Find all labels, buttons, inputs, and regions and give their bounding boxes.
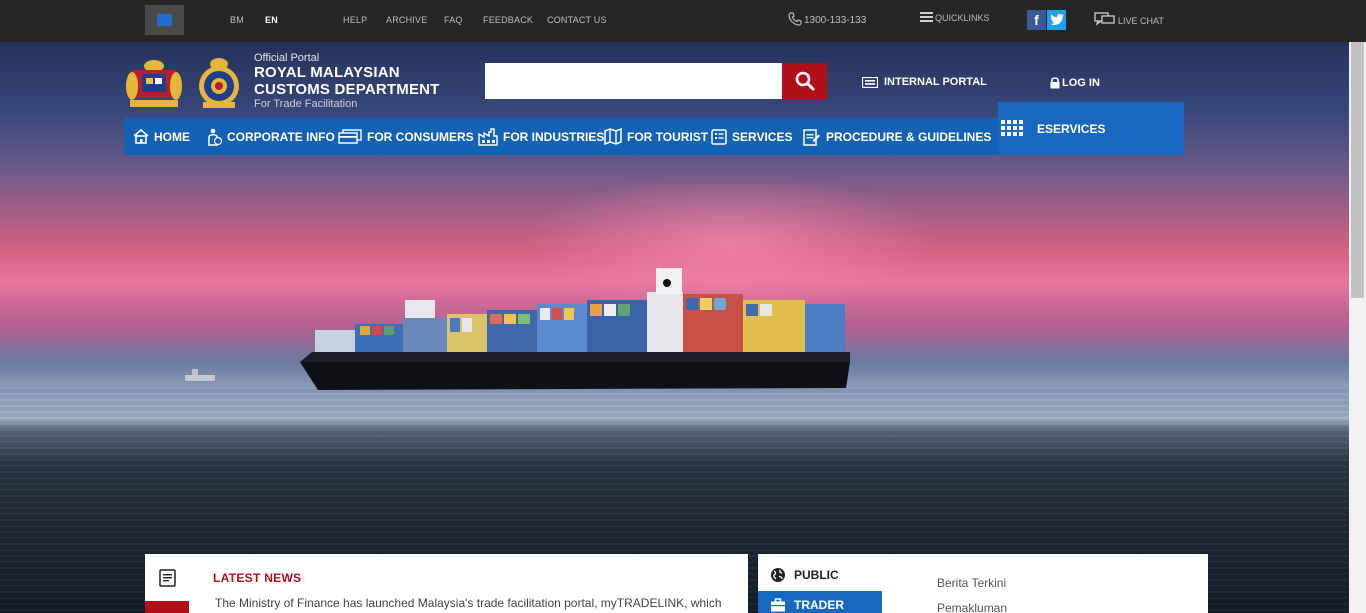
list-icon bbox=[920, 12, 933, 22]
faq-link[interactable]: FAQ bbox=[444, 15, 463, 25]
chat-icon bbox=[1094, 12, 1115, 26]
nav-for-tourist-label: FOR TOURIST bbox=[627, 129, 709, 144]
map-icon bbox=[604, 128, 622, 145]
search-input[interactable] bbox=[485, 63, 782, 99]
nav-home-label: HOME bbox=[154, 129, 190, 144]
nav-home[interactable]: HOME bbox=[133, 118, 190, 155]
official-portal-label: Official Portal bbox=[254, 52, 320, 64]
archive-link[interactable]: ARCHIVE bbox=[386, 15, 427, 25]
briefcase-icon bbox=[771, 598, 785, 612]
card-icon bbox=[338, 129, 362, 144]
top-bar: BM EN HELP ARCHIVE FAQ FEEDBACK CONTACT … bbox=[0, 0, 1366, 42]
facebook-letter: f bbox=[1034, 12, 1039, 28]
flag-icon bbox=[157, 14, 172, 26]
site-title-block: Official Portal ROYAL MALAYSIAN CUSTOMS … bbox=[254, 52, 440, 110]
nav-for-industries[interactable]: FOR INDUSTRIES bbox=[478, 118, 604, 155]
search-icon bbox=[795, 71, 814, 91]
person-info-icon bbox=[208, 128, 222, 146]
help-link[interactable]: HELP bbox=[343, 15, 367, 25]
phone-link[interactable]: 1300-133-133 bbox=[788, 12, 866, 26]
news-prev-button[interactable] bbox=[145, 601, 189, 613]
search-button[interactable] bbox=[782, 63, 827, 99]
phone-icon bbox=[788, 12, 802, 26]
news-item-text[interactable]: The Ministry of Finance has launched Mal… bbox=[215, 596, 722, 610]
site-title-line1: ROYAL MALAYSIAN bbox=[254, 64, 400, 81]
site-logo[interactable]: Official Portal ROYAL MALAYSIAN CUSTOMS … bbox=[124, 52, 444, 114]
main-navigation: HOME CORPORATE INFO FOR CONSUMERS FOR IN… bbox=[124, 118, 998, 155]
latest-news-title: LATEST NEWS bbox=[213, 571, 302, 585]
home-icon bbox=[133, 129, 149, 144]
latest-news-panel: LATEST NEWS The Ministry of Finance has … bbox=[145, 554, 748, 613]
language-en-link[interactable]: EN bbox=[265, 15, 278, 25]
login-label: LOG IN bbox=[1062, 76, 1100, 89]
factory-icon bbox=[478, 127, 498, 146]
live-chat-label: LIVE CHAT bbox=[1118, 16, 1164, 26]
scrollbar-thumb[interactable] bbox=[1351, 42, 1364, 298]
audience-panel: PUBLIC TRADER Berita Terkini Pemakluman bbox=[758, 554, 1208, 613]
nav-for-tourist[interactable]: FOR TOURIST bbox=[604, 118, 708, 155]
language-flag-button[interactable] bbox=[145, 5, 184, 35]
tab-trader[interactable]: TRADER bbox=[758, 591, 882, 613]
nav-services-label: SERVICES bbox=[732, 129, 793, 144]
quicklinks-label: QUICKLINKS bbox=[935, 13, 990, 23]
nav-for-consumers[interactable]: FOR CONSUMERS bbox=[338, 118, 474, 155]
nav-for-consumers-label: FOR CONSUMERS bbox=[367, 129, 474, 144]
keyboard-icon bbox=[862, 76, 878, 88]
contact-us-link[interactable]: CONTACT US bbox=[547, 15, 607, 25]
pemakluman-link[interactable]: Pemakluman bbox=[937, 601, 1007, 613]
nav-corporate-info[interactable]: CORPORATE INFO bbox=[207, 118, 335, 155]
site-title-line2: CUSTOMS DEPARTMENT bbox=[254, 81, 440, 98]
phone-number: 1300-133-133 bbox=[804, 15, 867, 26]
customs-emblem-icon bbox=[199, 58, 239, 108]
lock-icon bbox=[1050, 77, 1060, 89]
apps-grid-icon bbox=[1001, 119, 1023, 138]
nav-procedure-guidelines-label: PROCEDURE & GUIDELINES bbox=[826, 129, 992, 144]
tab-public[interactable]: PUBLIC bbox=[758, 558, 882, 591]
nav-services[interactable]: SERVICES bbox=[711, 118, 792, 155]
language-bm-link[interactable]: BM bbox=[230, 15, 244, 25]
internal-portal-label: INTERNAL PORTAL bbox=[884, 76, 987, 88]
nav-for-industries-label: FOR INDUSTRIES bbox=[503, 129, 605, 144]
site-tagline: For Trade Facilitation bbox=[254, 98, 358, 110]
facebook-icon[interactable]: f bbox=[1027, 10, 1046, 30]
document-edit-icon bbox=[803, 128, 820, 146]
nav-procedure-guidelines[interactable]: PROCEDURE & GUIDELINES bbox=[803, 118, 991, 155]
tab-public-label: PUBLIC bbox=[794, 567, 839, 582]
quicklinks-button[interactable]: QUICKLINKS bbox=[920, 12, 990, 23]
internal-portal-link[interactable]: INTERNAL PORTAL bbox=[862, 76, 987, 88]
tab-trader-label: TRADER bbox=[794, 598, 844, 612]
checklist-icon bbox=[711, 128, 727, 145]
eservices-label: ESERVICES bbox=[1037, 121, 1106, 136]
malaysia-coat-of-arms-icon bbox=[126, 60, 182, 107]
twitter-icon[interactable] bbox=[1047, 10, 1066, 30]
login-link[interactable]: LOG IN bbox=[1050, 76, 1100, 89]
nav-corporate-info-label: CORPORATE INFO bbox=[227, 129, 335, 144]
live-chat-button[interactable]: LIVE CHAT bbox=[1094, 12, 1164, 26]
page-scrollbar[interactable] bbox=[1349, 42, 1366, 613]
eservices-button[interactable]: ESERVICES bbox=[998, 102, 1184, 155]
news-icon bbox=[159, 569, 176, 587]
berita-terkini-link[interactable]: Berita Terkini bbox=[937, 576, 1006, 590]
feedback-link[interactable]: FEEDBACK bbox=[483, 15, 533, 25]
globe-icon bbox=[771, 567, 785, 582]
